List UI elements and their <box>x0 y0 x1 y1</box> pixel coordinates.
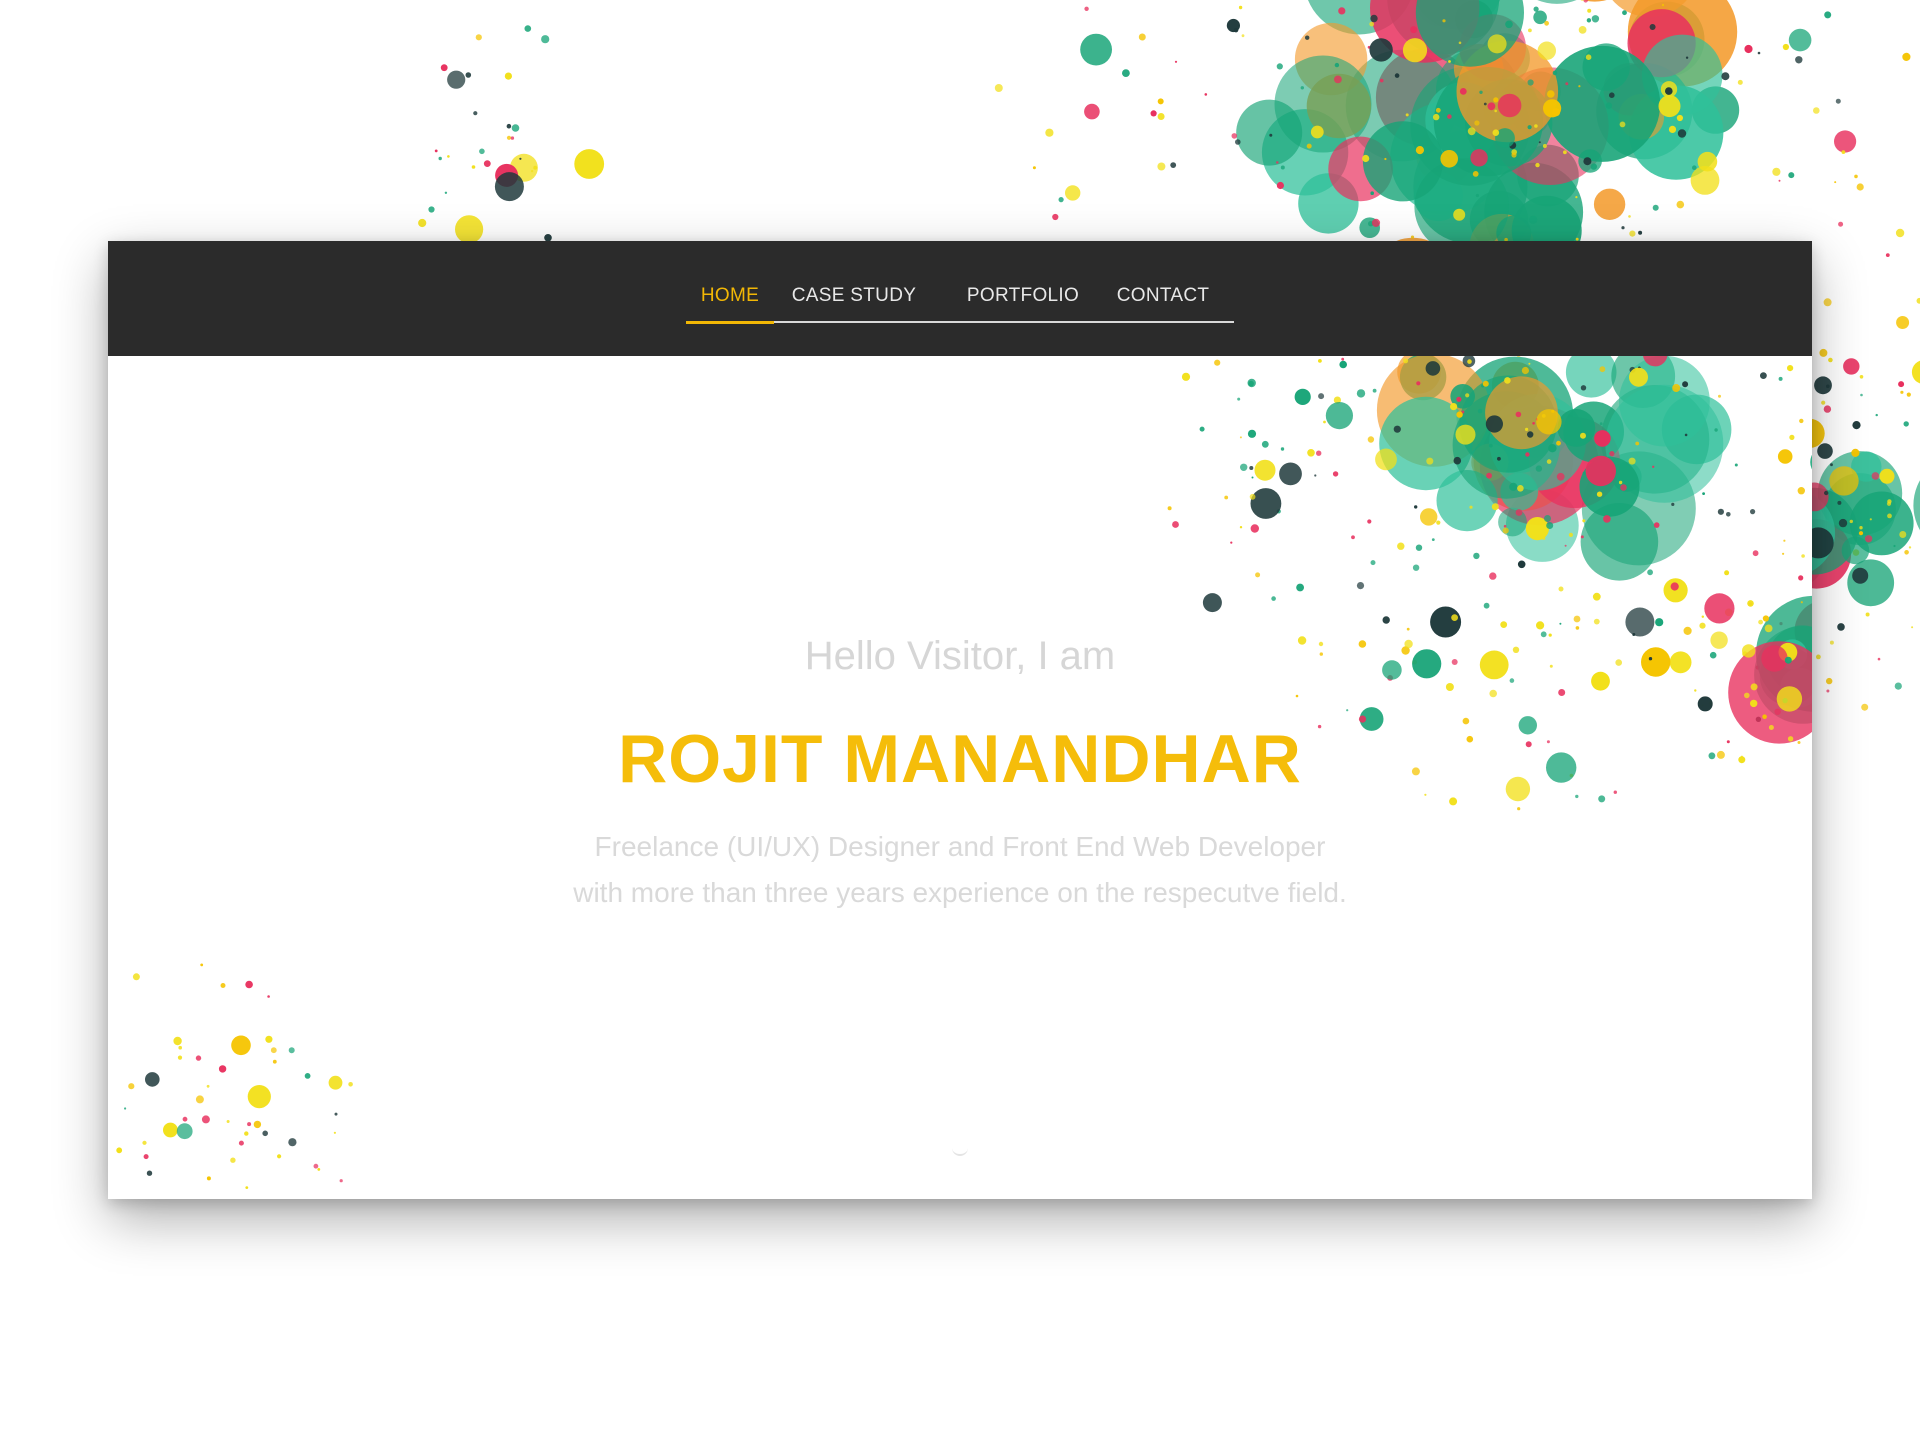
hero-section: Hello Visitor, I am ROJIT MANANDHAR Free… <box>108 356 1812 1199</box>
website-mockup-window: HOME CASE STUDY PORTFOLIO CONTACT Hello … <box>108 241 1812 1199</box>
nav-item-case-study[interactable]: CASE STUDY <box>784 281 924 321</box>
hero-name-heading: ROJIT MANANDHAR <box>618 721 1302 797</box>
top-navigation-bar: HOME CASE STUDY PORTFOLIO CONTACT <box>108 241 1812 356</box>
hero-greeting: Hello Visitor, I am <box>804 634 1116 678</box>
nav-item-home[interactable]: HOME <box>686 281 774 321</box>
hero-description-line-1: Freelance (UI/UX) Designer and Front End… <box>594 831 1326 862</box>
nav-menu: HOME CASE STUDY PORTFOLIO CONTACT <box>686 281 1234 324</box>
nav-item-contact[interactable]: CONTACT <box>1100 281 1226 321</box>
scroll-down-indicator[interactable] <box>952 1146 968 1156</box>
hero-description-line-2: with more than three years experience on… <box>573 877 1347 908</box>
nav-active-indicator <box>686 321 774 324</box>
nav-item-portfolio[interactable]: PORTFOLIO <box>958 281 1088 321</box>
